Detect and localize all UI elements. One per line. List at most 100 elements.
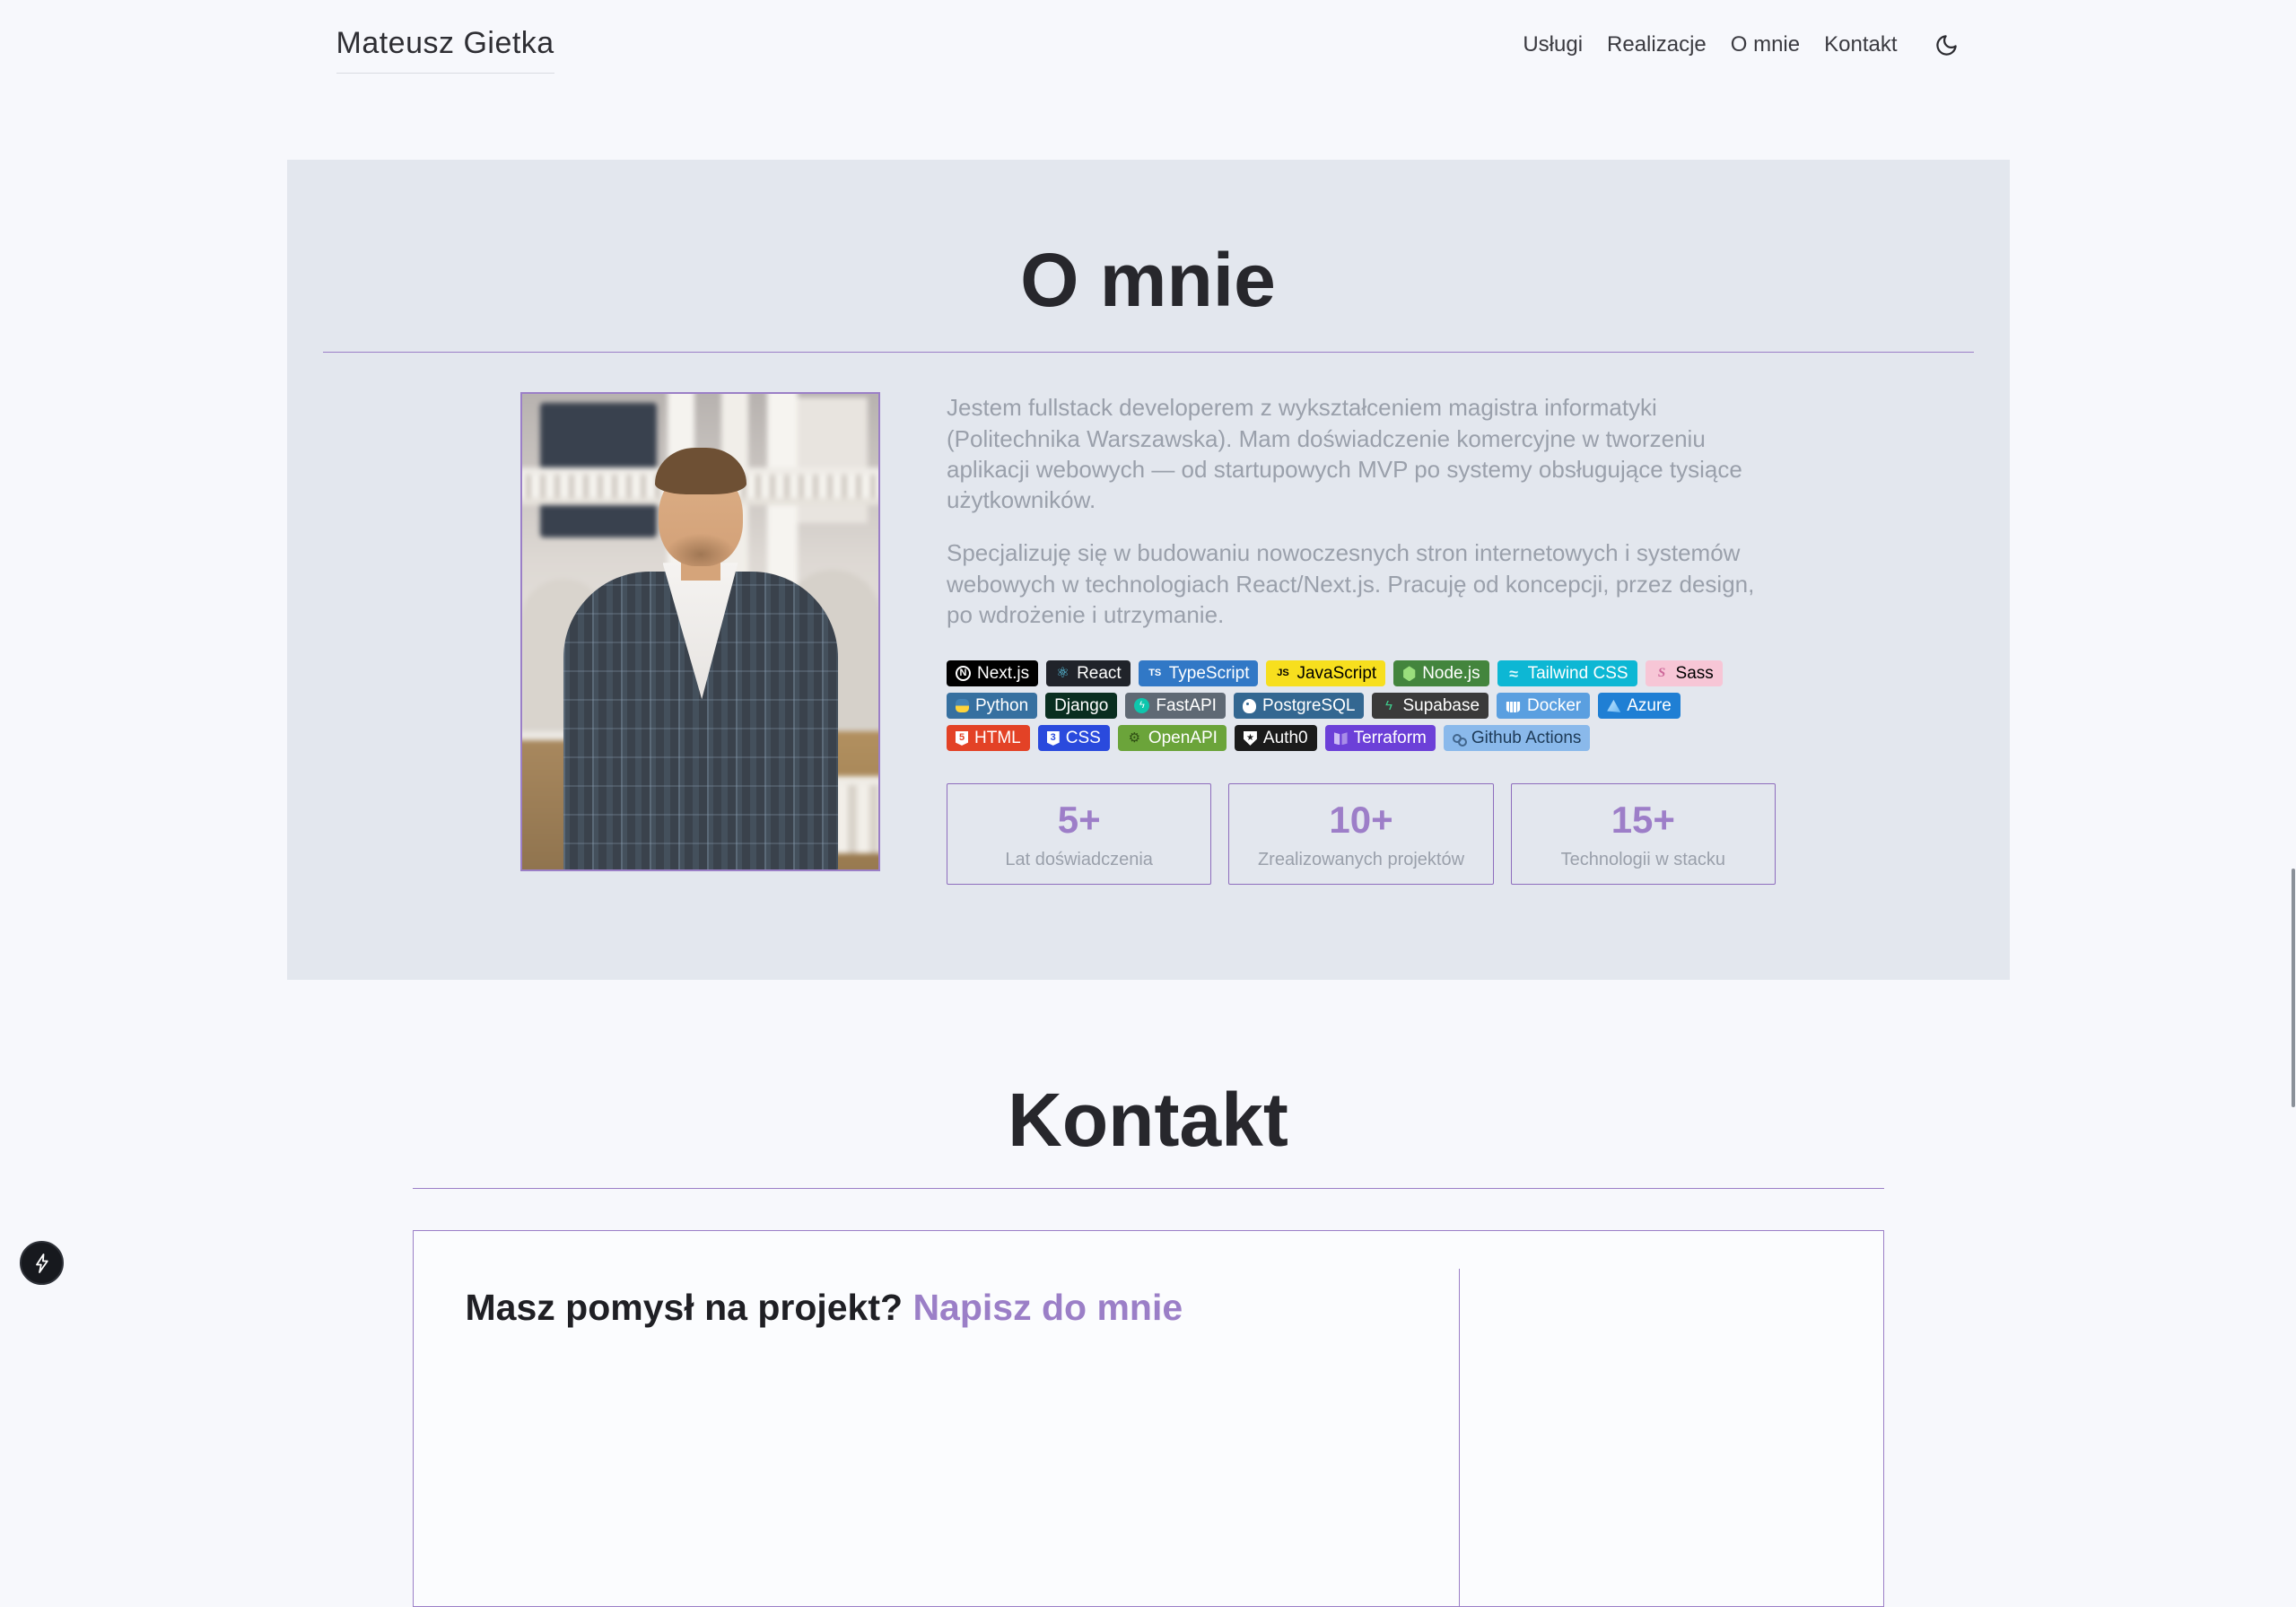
badge-label: Azure [1627,697,1672,714]
tech-badge-react: ⚛ React [1046,660,1131,686]
badge-label: HTML [974,729,1021,747]
tech-badge-github-actions: Github Actions [1444,725,1591,751]
contact-card-left: Masz pomysł na projekt? Napisz do mnie [414,1231,1459,1606]
tech-badge-javascript: JS JavaScript [1266,660,1385,686]
badge-label: FastAPI [1156,697,1217,714]
tech-badges: N Next.js ⚛ React TS TypeScript JS JavaS… [947,660,1763,751]
badge-label: Terraform [1354,729,1427,747]
tech-badge-supabase: ϟ Supabase [1372,693,1488,719]
person-figure [522,394,878,869]
badge-label: Next.js [977,665,1029,682]
tech-badge-tailwind: ≈ Tailwind CSS [1497,660,1637,686]
stat-label: Technologii w stacku [1561,850,1725,870]
tech-badge-openapi: ⚙ OpenAPI [1118,725,1227,751]
header-inner: Mateusz Gietka Usługi Realizacje O mnie Kon… [336,0,1960,90]
badge-label: Sass [1676,665,1714,682]
contact-card: Masz pomysł na projekt? Napisz do mnie [413,1230,1884,1607]
javascript-icon: JS [1275,666,1290,681]
contact-section: Kontakt Masz pomysł na projekt? Napisz d… [0,1080,2296,1607]
tech-badge-nextjs: N Next.js [947,660,1038,686]
nextjs-icon: N [956,666,971,681]
tech-badge-postgresql: PostgreSQL [1234,693,1365,719]
page: { "colors": { "accent": "#9b7fc7", "page… [0,0,2296,1291]
about-paragraph-2: Specjalizuję się w budowaniu nowoczesnyc… [947,537,1776,630]
github-actions-icon [1453,734,1462,743]
stat-label: Lat doświadczenia [1005,850,1153,870]
fastapi-icon: ϟ [1134,698,1149,713]
postgresql-icon [1243,699,1256,713]
badge-label: Docker [1527,697,1581,714]
nodejs-icon [1402,666,1416,681]
tech-badge-azure: Azure [1598,693,1681,719]
html-icon: 5 [956,731,968,746]
nav-item-kontakt[interactable]: Kontakt [1824,32,1897,57]
about-row: Jestem fullstack developerem z wykształc… [323,392,1974,885]
tailwind-icon: ≈ [1506,666,1522,681]
scrollbar-thumb[interactable] [2292,869,2295,1107]
badge-label: React [1077,665,1122,682]
docker-icon [1506,702,1521,712]
contact-card-right [1460,1231,1883,1606]
stat-card: 10+ Zrealizowanych projektów [1228,783,1493,885]
badge-label: Django [1054,697,1108,714]
badge-label: Auth0 [1263,729,1308,747]
person-hair [655,448,746,494]
badge-label: CSS [1066,729,1101,747]
contact-cta-link[interactable]: Napisz do mnie [912,1287,1183,1328]
badge-label: OpenAPI [1148,729,1218,747]
tech-badge-docker: Docker [1497,693,1590,719]
stat-value: 5+ [1058,799,1101,842]
about-section: O mnie [287,160,2010,980]
contact-cta-text: Masz pomysł na projekt? [466,1287,913,1328]
stat-value: 10+ [1329,799,1392,842]
azure-icon [1607,700,1620,712]
lightning-icon [31,1253,53,1274]
stats-row: 5+ Lat doświadczenia 10+ Zrealizowanych … [947,783,1776,885]
profile-photo [520,392,880,871]
nav-item-uslugi[interactable]: Usługi [1523,32,1583,57]
stat-card: 15+ Technologii w stacku [1511,783,1776,885]
theme-toggle-button[interactable] [1934,31,1960,58]
tech-badge-sass: S Sass [1646,660,1723,686]
badge-label: PostgreSQL [1262,697,1356,714]
brand-link[interactable]: Mateusz Gietka [336,26,554,74]
badge-label: Github Actions [1471,729,1582,747]
badge-label: TypeScript [1169,665,1250,682]
tech-badge-html: 5 HTML [947,725,1030,751]
site-header: Mateusz Gietka Usługi Realizacje O mnie Kon… [0,0,2296,90]
tech-badge-python: Python [947,693,1037,719]
badge-label: Node.js [1422,665,1480,682]
badge-label: Tailwind CSS [1528,665,1628,682]
about-title-divider [323,352,1974,353]
badge-label: Supabase [1402,697,1480,714]
auth0-icon: ★ [1244,731,1257,746]
nav-item-realizacje[interactable]: Realizacje [1607,32,1707,57]
typescript-icon: TS [1148,666,1163,681]
sass-icon: S [1654,666,1670,681]
nav-links: Usługi Realizacje O mnie Kontakt [1523,32,1897,57]
about-paragraph-1: Jestem fullstack developerem z wykształc… [947,392,1776,515]
supabase-icon: ϟ [1381,698,1396,713]
dev-toolbar-button[interactable] [20,1241,64,1285]
stat-label: Zrealizowanych projektów [1258,850,1464,870]
python-icon [956,699,969,712]
stat-value: 15+ [1611,799,1675,842]
nav-item-o-mnie[interactable]: O mnie [1731,32,1800,57]
tech-badge-typescript: TS TypeScript [1139,660,1259,686]
react-icon: ⚛ [1055,666,1070,681]
tech-badge-terraform: Terraform [1325,725,1436,751]
css-icon: 3 [1047,731,1060,746]
terraform-icon [1334,731,1348,745]
openapi-icon: ⚙ [1127,730,1142,746]
tech-badge-auth0: ★ Auth0 [1235,725,1317,751]
about-title: O mnie [323,240,1974,319]
badge-label: Python [975,697,1028,714]
tech-badge-nodejs: Node.js [1393,660,1488,686]
contact-title: Kontakt [0,1080,2296,1159]
main-nav: Usługi Realizacje O mnie Kontakt [1523,31,1960,58]
contact-title-divider [413,1188,1884,1189]
about-text-column: Jestem fullstack developerem z wykształc… [947,392,1776,885]
tech-badge-django: Django [1045,693,1117,719]
contact-cta: Masz pomysł na projekt? Napisz do mnie [466,1287,1407,1329]
tech-badge-fastapi: ϟ FastAPI [1125,693,1226,719]
